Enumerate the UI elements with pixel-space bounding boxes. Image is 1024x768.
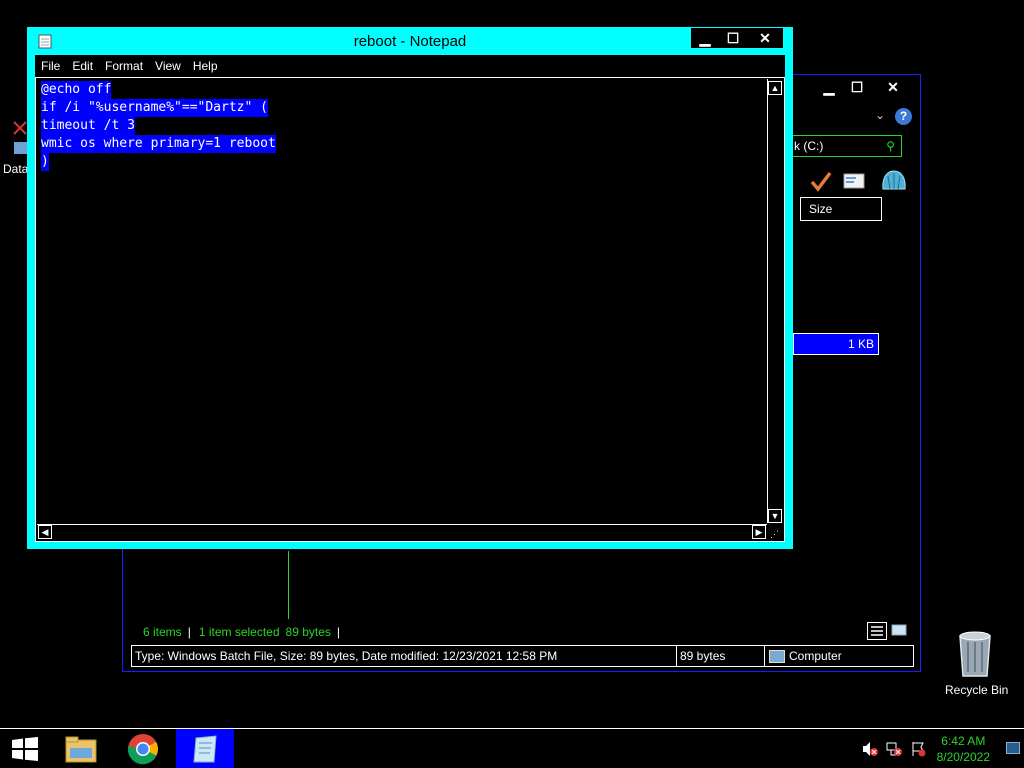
notepad-titlebar[interactable]: reboot - Notepad ▁ ☐ ✕ xyxy=(27,27,793,55)
status-items: 6 items xyxy=(143,625,182,639)
clock-time: 6:42 AM xyxy=(941,734,986,748)
menu-file[interactable]: File xyxy=(35,55,66,77)
notepad-window[interactable]: reboot - Notepad ▁ ☐ ✕ File Edit Format Vie… xyxy=(27,27,793,549)
search-input[interactable]: k (C:) ⚲ xyxy=(789,135,902,157)
shell-icon[interactable] xyxy=(881,169,907,193)
pane-divider[interactable] xyxy=(288,551,289,619)
window-title: reboot - Notepad xyxy=(353,33,467,50)
details-info: Type: Windows Batch File, Size: 89 bytes… xyxy=(132,646,677,666)
menu-edit[interactable]: Edit xyxy=(66,55,99,77)
caption-buttons: ▁ ☐ ✕ xyxy=(691,28,783,48)
details-pane: Type: Windows Batch File, Size: 89 bytes… xyxy=(131,645,914,667)
status-bar: 6 items | 1 item selected 89 bytes | xyxy=(143,625,341,639)
network-icon[interactable] xyxy=(886,741,902,757)
explorer-close-button[interactable]: ✕ xyxy=(879,77,907,97)
details-location-label: Computer xyxy=(789,649,842,663)
editor-content[interactable]: @echo off if /i "%username%"=="Dartz" ( … xyxy=(41,81,276,171)
status-bytes: 89 bytes xyxy=(285,625,331,639)
help-icon[interactable]: ? xyxy=(895,108,912,125)
explorer-maximize-button[interactable]: ☐ xyxy=(843,77,871,97)
search-text: k (C:) xyxy=(794,139,824,153)
taskbar-chrome[interactable] xyxy=(114,729,172,768)
text-line: @echo off xyxy=(41,81,112,99)
taskbar-notepad[interactable] xyxy=(176,729,234,768)
menu-bar: File Edit Format View Help xyxy=(35,55,785,78)
taskbar-file-explorer[interactable] xyxy=(52,729,110,768)
text-editor[interactable]: @echo off if /i "%username%"=="Dartz" ( … xyxy=(35,77,785,542)
maximize-button[interactable]: ☐ xyxy=(719,28,747,48)
checkmark-icon[interactable] xyxy=(809,170,833,192)
scroll-left-button[interactable]: ◀ xyxy=(38,525,52,539)
column-header-size[interactable]: Size xyxy=(800,197,882,221)
close-button[interactable]: ✕ xyxy=(751,28,779,48)
details-view-button[interactable] xyxy=(867,622,887,640)
details-size: 89 bytes xyxy=(677,646,765,666)
status-selected: 1 item selected xyxy=(198,625,280,639)
details-location: Computer xyxy=(765,646,915,666)
menu-help[interactable]: Help xyxy=(187,55,224,77)
chevron-down-icon[interactable]: ⌄ xyxy=(875,108,885,122)
text-line: ) xyxy=(41,153,49,171)
volume-muted-icon[interactable] xyxy=(862,741,878,757)
minimize-button[interactable]: ▁ xyxy=(691,28,719,48)
clock[interactable]: 6:42 AM 8/20/2022 xyxy=(937,733,990,765)
start-button[interactable] xyxy=(0,729,50,768)
computer-icon xyxy=(769,650,785,664)
vertical-scrollbar[interactable]: ▲ ▼ xyxy=(767,79,783,523)
desktop-icon-recycle-bin[interactable]: Recycle Bin xyxy=(940,628,1012,700)
desktop-icon-data[interactable]: Data xyxy=(0,118,30,178)
menu-view[interactable]: View xyxy=(149,55,187,77)
text-line: if /i "%username%"=="Dartz" ( xyxy=(41,99,268,117)
explorer-minimize-button[interactable]: ▁ xyxy=(815,77,843,97)
recycle-bin-label: Recycle Bin xyxy=(945,683,1009,697)
preview-view-icon xyxy=(891,624,907,636)
envelope-icon[interactable] xyxy=(843,172,865,190)
resize-grip-icon[interactable]: ⋰ xyxy=(770,528,782,540)
details-view-icon xyxy=(871,626,883,636)
scroll-up-button[interactable]: ▲ xyxy=(768,81,782,95)
scroll-down-button[interactable]: ▼ xyxy=(768,509,782,523)
file-size-value: 1 KB xyxy=(847,337,874,351)
chrome-icon xyxy=(127,734,158,765)
scroll-right-button[interactable]: ▶ xyxy=(752,525,766,539)
menu-format[interactable]: Format xyxy=(99,55,149,77)
search-icon: ⚲ xyxy=(886,139,895,153)
clock-date: 8/20/2022 xyxy=(936,750,990,764)
desktop-icon-label: Data xyxy=(3,162,29,176)
preview-view-button[interactable] xyxy=(891,623,907,637)
selected-file-row[interactable]: 1 KB xyxy=(793,333,879,355)
folder-icon xyxy=(65,736,97,763)
show-desktop-icon[interactable] xyxy=(1006,742,1020,754)
recycle-bin-icon xyxy=(959,631,991,677)
taskbar: 6:42 AM 8/20/2022 xyxy=(0,728,1024,768)
notification-flag-icon[interactable] xyxy=(910,741,926,757)
horizontal-scrollbar[interactable]: ◀ ▶ xyxy=(37,524,767,540)
notepad-app-icon xyxy=(193,735,217,763)
text-line: timeout /t 3 xyxy=(41,117,135,135)
windows-logo-icon xyxy=(12,737,38,761)
text-line: wmic os where primary=1 reboot xyxy=(41,135,276,153)
